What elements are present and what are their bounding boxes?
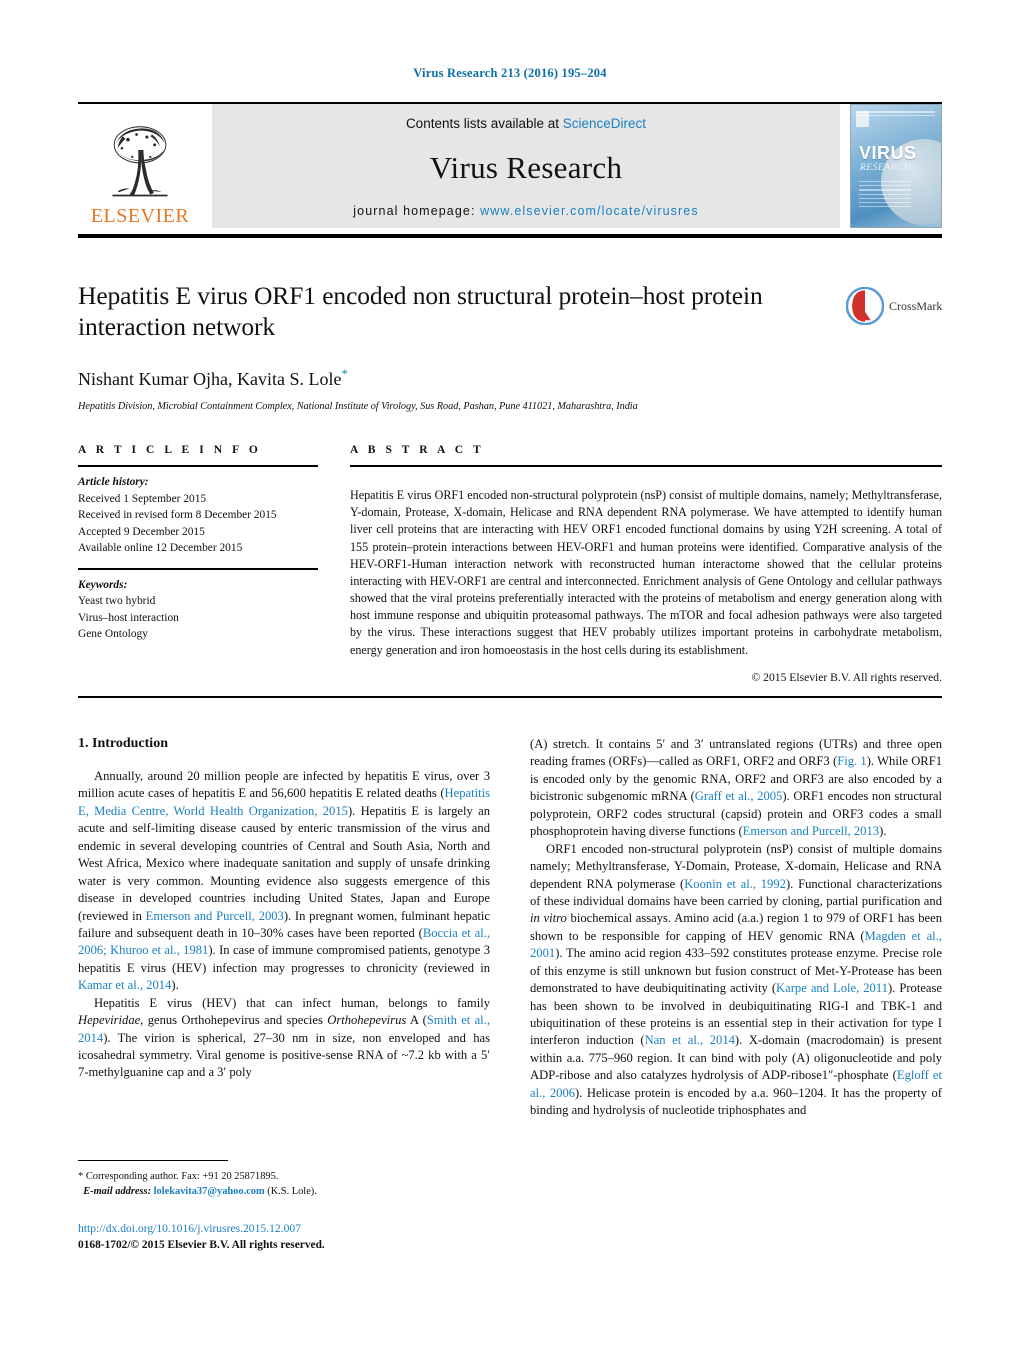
homepage-prefix: journal homepage: — [353, 204, 481, 218]
text-run: , genus Orthohepevirus and species — [140, 1013, 328, 1028]
citation-link[interactable]: Koonin et al., 1992 — [684, 877, 786, 891]
cover-top-lines — [857, 111, 935, 127]
author-names: Nishant Kumar Ojha, Kavita S. Lole — [78, 369, 342, 390]
contents-prefix: Contents lists available at — [405, 116, 563, 131]
paragraph: (A) stretch. It contains 5′ and 3′ untra… — [530, 736, 942, 841]
keyword-item: Gene Ontology — [78, 628, 148, 641]
elsevier-tree-icon — [112, 126, 168, 197]
history-item: Accepted 9 December 2015 — [78, 525, 205, 538]
text-run: Hepatitis E virus (HEV) that can infect … — [94, 995, 490, 1010]
cover-contents-lines — [859, 181, 911, 210]
email-suffix: (K.S. Lole). — [267, 1185, 317, 1197]
keywords-label: Keywords: — [78, 578, 128, 591]
affiliation: Hepatitis Division, Microbial Containmen… — [78, 401, 638, 413]
abstract-text: Hepatitis E virus ORF1 encoded non-struc… — [350, 488, 942, 657]
citation-link[interactable]: Emerson and Purcell, 2003 — [146, 909, 284, 923]
email-link[interactable]: lolekavita37@yahoo.com — [154, 1186, 265, 1197]
citation-link[interactable]: Graff et al., 2005 — [695, 789, 783, 803]
doi-link[interactable]: http://dx.doi.org/10.1016/j.virusres.201… — [78, 1222, 538, 1235]
body-column-gap — [490, 736, 530, 1120]
journal-homepage-line: journal homepage: www.elsevier.com/locat… — [353, 204, 698, 218]
masthead-bottom-rule — [78, 234, 942, 238]
history-item: Received 1 September 2015 — [78, 492, 207, 505]
text-run: ). — [171, 978, 179, 993]
contents-band: Contents lists available at ScienceDirec… — [212, 104, 840, 228]
citation-link[interactable]: Fig. 1 — [837, 754, 867, 768]
citation-link[interactable]: Karpe and Lole, 2011 — [776, 981, 888, 995]
citation-link[interactable]: Nan et al., 2014 — [645, 1033, 735, 1047]
sciencedirect-link[interactable]: ScienceDirect — [563, 116, 646, 131]
italic-term: Hepeviridae — [78, 1013, 141, 1028]
crossmark-badge-group[interactable]: CrossMark — [845, 284, 943, 328]
issn-copyright-line: 0168-1702/© 2015 Elsevier B.V. All right… — [78, 1239, 325, 1251]
doi-block: http://dx.doi.org/10.1016/j.virusres.201… — [78, 1222, 538, 1253]
text-run: ). The virion is spherical, 27–30 nm in … — [78, 1030, 490, 1080]
section-bottom-rule — [78, 695, 942, 698]
paragraph: Hepatitis E virus (HEV) that can infect … — [78, 995, 490, 1082]
abstract-rule — [350, 465, 942, 467]
journal-cover-thumbnail: VIRUS RESEARCH — [850, 104, 942, 228]
author-list: Nishant Kumar Ojha, Kavita S. Lole* — [78, 366, 942, 390]
history-item: Available online 12 December 2015 — [78, 542, 243, 555]
text-run: Annually, around 20 million people are i… — [78, 769, 490, 801]
abstract-heading: A B S T R A C T — [350, 444, 485, 456]
italic-term: Orthohepevirus — [327, 1013, 407, 1028]
right-column: (A) stretch. It contains 5′ and 3′ untra… — [530, 736, 942, 1120]
left-column: 1. Introduction Annually, around 20 mill… — [78, 736, 490, 1120]
article-history-block: Article history: Received 1 September 20… — [78, 467, 318, 557]
cover-title-text: VIRUS — [859, 143, 917, 163]
email-label: E-mail address: — [83, 1185, 152, 1197]
footnote-block: * Corresponding author. Fax: +91 20 2587… — [78, 1160, 490, 1199]
keyword-item: Yeast two hybrid — [78, 595, 156, 608]
citation-link[interactable]: Kamar et al., 2014 — [78, 978, 171, 992]
text-run: ). — [879, 824, 887, 839]
italic-term: in vitro — [530, 911, 567, 926]
corresponding-author-marker: * — [341, 366, 348, 382]
keywords-block: Keywords: Yeast two hybrid Virus–host in… — [78, 570, 318, 643]
article-history-label: Article history: — [78, 476, 149, 488]
text-run: ). Hepatitis E is largely an acute and s… — [78, 803, 490, 923]
paragraph: Annually, around 20 million people are i… — [78, 768, 490, 995]
homepage-url-link[interactable]: www.elsevier.com/locate/virusres — [480, 204, 699, 218]
corresponding-author-note: * Corresponding author. Fax: +91 20 2587… — [78, 1170, 490, 1199]
history-item: Received in revised form 8 December 2015 — [78, 509, 277, 522]
copyright-line: © 2015 Elsevier B.V. All rights reserved… — [751, 670, 942, 684]
crossmark-icon — [845, 286, 885, 326]
elsevier-wordmark: ELSEVIER — [90, 205, 190, 227]
contents-available-line: Contents lists available at ScienceDirec… — [406, 116, 646, 131]
title-block: Hepatitis E virus ORF1 encoded non struc… — [78, 280, 942, 412]
journal-masthead: ELSEVIER Contents lists available at Sci… — [78, 104, 942, 228]
body-columns: 1. Introduction Annually, around 20 mill… — [78, 736, 942, 1120]
column-gap — [318, 436, 350, 684]
footnote-text: Corresponding author. Fax: +91 20 258718… — [85, 1171, 279, 1182]
paragraph: ORF1 encoded non-structural polyprotein … — [530, 841, 942, 1120]
left-column-paragraphs: Annually, around 20 million people are i… — [78, 768, 490, 1082]
journal-name: Virus Research — [429, 150, 623, 185]
cover-subtitle-text: RESEARCH — [860, 163, 911, 173]
footnote-rule — [78, 1160, 228, 1161]
page-title: Hepatitis E virus ORF1 encoded non struc… — [78, 281, 763, 342]
article-info-heading: A R T I C L E I N F O — [78, 444, 262, 456]
footnote-marker: * — [78, 1171, 84, 1182]
text-run: ). Helicase protein is encoded by a.a. 9… — [530, 1085, 942, 1118]
citation-link[interactable]: Emerson and Purcell, 2013 — [743, 824, 879, 838]
crossmark-label: CrossMark — [889, 298, 943, 313]
info-abstract-section: A R T I C L E I N F O Article history: R… — [78, 436, 942, 698]
keyword-item: Virus–host interaction — [78, 611, 179, 624]
section-heading-introduction: 1. Introduction — [78, 736, 168, 751]
text-run: A ( — [406, 1013, 427, 1028]
document-page: Virus Research 213 (2016) 195–204 ELSEVI… — [0, 0, 1020, 1351]
elsevier-logo: ELSEVIER — [78, 104, 202, 228]
abstract-column: A B S T R A C T Hepatitis E virus ORF1 e… — [350, 436, 942, 684]
running-head: Virus Research 213 (2016) 195–204 — [413, 66, 607, 80]
article-info-column: A R T I C L E I N F O Article history: R… — [78, 436, 318, 684]
info-abstract-columns: A R T I C L E I N F O Article history: R… — [78, 436, 942, 684]
right-column-paragraphs: (A) stretch. It contains 5′ and 3′ untra… — [530, 736, 942, 1120]
